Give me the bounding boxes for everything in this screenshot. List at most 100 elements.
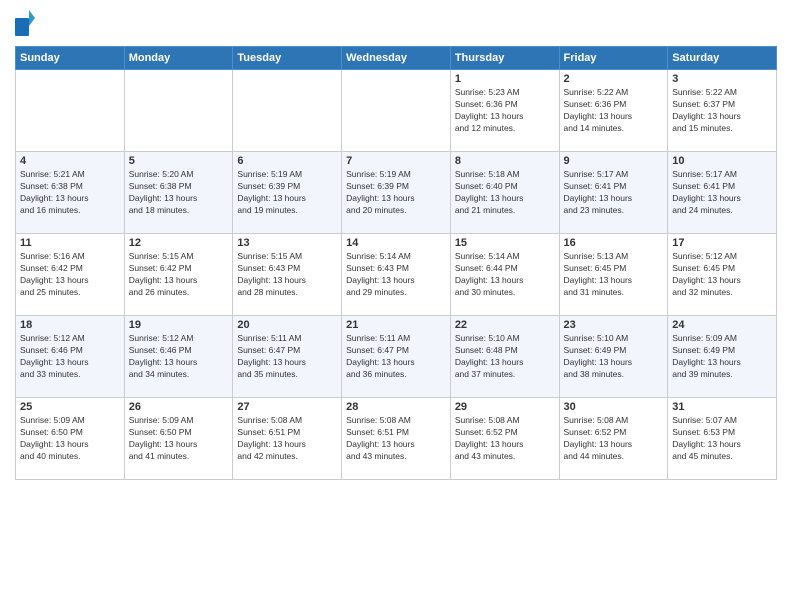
calendar-cell: 4Sunrise: 5:21 AM Sunset: 6:38 PM Daylig… — [16, 152, 125, 234]
day-info: Sunrise: 5:07 AM Sunset: 6:53 PM Dayligh… — [672, 415, 772, 463]
day-info: Sunrise: 5:12 AM Sunset: 6:46 PM Dayligh… — [129, 333, 229, 381]
calendar-header-friday: Friday — [559, 47, 668, 70]
day-info: Sunrise: 5:20 AM Sunset: 6:38 PM Dayligh… — [129, 169, 229, 217]
day-number: 21 — [346, 319, 446, 331]
calendar-week-1: 1Sunrise: 5:23 AM Sunset: 6:36 PM Daylig… — [16, 70, 777, 152]
day-number: 16 — [564, 237, 664, 249]
calendar-cell: 21 Sunrise: 5:11 AM Sunset: 6:47 PM Dayli… — [342, 316, 451, 398]
calendar-header-row: SundayMondayTuesdayWednesdayThursdayFrid… — [16, 47, 777, 70]
calendar-cell: 17 Sunrise: 5:12 AM Sunset: 6:45 PM Dayli… — [668, 234, 777, 316]
day-number: 24 — [672, 319, 772, 331]
calendar-cell: 1Sunrise: 5:23 AM Sunset: 6:36 PM Daylig… — [450, 70, 559, 152]
calendar-cell: 7Sunrise: 5:19 AM Sunset: 6:39 PM Daylig… — [342, 152, 451, 234]
day-info: Sunrise: 5:08 AM Sunset: 6:52 PM Dayligh… — [455, 415, 555, 463]
calendar-cell: 29 Sunrise: 5:08 AM Sunset: 6:52 PM Dayli… — [450, 398, 559, 480]
day-number: 28 — [346, 401, 446, 413]
calendar-week-4: 18Sunrise: 5:12 AM Sunset: 6:46 PM Dayli… — [16, 316, 777, 398]
day-info: Sunrise: 5:13 AM Sunset: 6:45 PM Dayligh… — [564, 251, 664, 299]
calendar-cell: 6 Sunrise: 5:19 AM Sunset: 6:39 PM Daylig… — [233, 152, 342, 234]
day-info: Sunrise: 5:08 AM Sunset: 6:51 PM Dayligh… — [346, 415, 446, 463]
calendar-cell: 14 Sunrise: 5:14 AM Sunset: 6:43 PM Dayli… — [342, 234, 451, 316]
day-info: Sunrise: 5:18 AM Sunset: 6:40 PM Dayligh… — [455, 169, 555, 217]
day-number: 22 — [455, 319, 555, 331]
day-info: Sunrise: 5:11 AM Sunset: 6:47 PM Dayligh… — [346, 333, 446, 381]
calendar-page: SundayMondayTuesdayWednesdayThursdayFrid… — [0, 0, 792, 612]
day-number: 5 — [129, 155, 229, 167]
calendar-header-sunday: Sunday — [16, 47, 125, 70]
calendar-cell: 10 Sunrise: 5:17 AM Sunset: 6:41 PM Dayli… — [668, 152, 777, 234]
day-info: Sunrise: 5:12 AM Sunset: 6:46 PM Dayligh… — [20, 333, 120, 381]
day-info: Sunrise: 5:08 AM Sunset: 6:52 PM Dayligh… — [564, 415, 664, 463]
calendar-cell — [124, 70, 233, 152]
day-number: 27 — [237, 401, 337, 413]
day-info: Sunrise: 5:19 AM Sunset: 6:39 PM Dayligh… — [237, 169, 337, 217]
logo-icon — [15, 10, 35, 38]
calendar-table: SundayMondayTuesdayWednesdayThursdayFrid… — [15, 46, 777, 480]
day-number: 15 — [455, 237, 555, 249]
day-number: 10 — [672, 155, 772, 167]
calendar-cell: 5 Sunrise: 5:20 AM Sunset: 6:38 PM Daylig… — [124, 152, 233, 234]
calendar-cell — [342, 70, 451, 152]
calendar-week-5: 25 Sunrise: 5:09 AM Sunset: 6:50 PM Dayli… — [16, 398, 777, 480]
calendar-cell: 18Sunrise: 5:12 AM Sunset: 6:46 PM Dayli… — [16, 316, 125, 398]
day-info: Sunrise: 5:22 AM Sunset: 6:36 PM Dayligh… — [564, 87, 664, 135]
day-number: 30 — [564, 401, 664, 413]
day-info: Sunrise: 5:10 AM Sunset: 6:49 PM Dayligh… — [564, 333, 664, 381]
day-number: 9 — [564, 155, 664, 167]
header — [15, 10, 777, 38]
day-info: Sunrise: 5:15 AM Sunset: 6:43 PM Dayligh… — [237, 251, 337, 299]
day-number: 19 — [129, 319, 229, 331]
calendar-week-2: 4Sunrise: 5:21 AM Sunset: 6:38 PM Daylig… — [16, 152, 777, 234]
calendar-cell: 30 Sunrise: 5:08 AM Sunset: 6:52 PM Dayli… — [559, 398, 668, 480]
calendar-week-3: 11 Sunrise: 5:16 AM Sunset: 6:42 PM Dayli… — [16, 234, 777, 316]
day-number: 6 — [237, 155, 337, 167]
day-number: 12 — [129, 237, 229, 249]
day-number: 13 — [237, 237, 337, 249]
day-number: 17 — [672, 237, 772, 249]
calendar-cell: 25 Sunrise: 5:09 AM Sunset: 6:50 PM Dayli… — [16, 398, 125, 480]
calendar-cell: 8 Sunrise: 5:18 AM Sunset: 6:40 PM Daylig… — [450, 152, 559, 234]
day-info: Sunrise: 5:15 AM Sunset: 6:42 PM Dayligh… — [129, 251, 229, 299]
calendar-cell: 11 Sunrise: 5:16 AM Sunset: 6:42 PM Dayli… — [16, 234, 125, 316]
day-info: Sunrise: 5:08 AM Sunset: 6:51 PM Dayligh… — [237, 415, 337, 463]
calendar-cell: 20 Sunrise: 5:11 AM Sunset: 6:47 PM Dayli… — [233, 316, 342, 398]
calendar-cell: 16 Sunrise: 5:13 AM Sunset: 6:45 PM Dayli… — [559, 234, 668, 316]
calendar-cell: 2Sunrise: 5:22 AM Sunset: 6:36 PM Daylig… — [559, 70, 668, 152]
calendar-cell: 26Sunrise: 5:09 AM Sunset: 6:50 PM Dayli… — [124, 398, 233, 480]
calendar-cell: 28 Sunrise: 5:08 AM Sunset: 6:51 PM Dayli… — [342, 398, 451, 480]
day-info: Sunrise: 5:17 AM Sunset: 6:41 PM Dayligh… — [564, 169, 664, 217]
calendar-cell: 22 Sunrise: 5:10 AM Sunset: 6:48 PM Dayli… — [450, 316, 559, 398]
calendar-cell: 23Sunrise: 5:10 AM Sunset: 6:49 PM Dayli… — [559, 316, 668, 398]
day-info: Sunrise: 5:14 AM Sunset: 6:43 PM Dayligh… — [346, 251, 446, 299]
day-number: 4 — [20, 155, 120, 167]
calendar-header-saturday: Saturday — [668, 47, 777, 70]
day-number: 8 — [455, 155, 555, 167]
day-info: Sunrise: 5:17 AM Sunset: 6:41 PM Dayligh… — [672, 169, 772, 217]
calendar-header-thursday: Thursday — [450, 47, 559, 70]
day-number: 11 — [20, 237, 120, 249]
calendar-header-monday: Monday — [124, 47, 233, 70]
day-info: Sunrise: 5:09 AM Sunset: 6:50 PM Dayligh… — [20, 415, 120, 463]
day-info: Sunrise: 5:22 AM Sunset: 6:37 PM Dayligh… — [672, 87, 772, 135]
calendar-cell: 12 Sunrise: 5:15 AM Sunset: 6:42 PM Dayli… — [124, 234, 233, 316]
calendar-cell: 3 Sunrise: 5:22 AM Sunset: 6:37 PM Daylig… — [668, 70, 777, 152]
day-number: 26 — [129, 401, 229, 413]
day-number: 25 — [20, 401, 120, 413]
day-info: Sunrise: 5:14 AM Sunset: 6:44 PM Dayligh… — [455, 251, 555, 299]
day-number: 29 — [455, 401, 555, 413]
day-info: Sunrise: 5:23 AM Sunset: 6:36 PM Dayligh… — [455, 87, 555, 135]
calendar-cell: 9 Sunrise: 5:17 AM Sunset: 6:41 PM Daylig… — [559, 152, 668, 234]
calendar-cell — [16, 70, 125, 152]
calendar-header-tuesday: Tuesday — [233, 47, 342, 70]
day-number: 20 — [237, 319, 337, 331]
calendar-cell — [233, 70, 342, 152]
day-info: Sunrise: 5:09 AM Sunset: 6:49 PM Dayligh… — [672, 333, 772, 381]
calendar-cell: 13 Sunrise: 5:15 AM Sunset: 6:43 PM Dayli… — [233, 234, 342, 316]
day-info: Sunrise: 5:10 AM Sunset: 6:48 PM Dayligh… — [455, 333, 555, 381]
day-info: Sunrise: 5:16 AM Sunset: 6:42 PM Dayligh… — [20, 251, 120, 299]
day-info: Sunrise: 5:11 AM Sunset: 6:47 PM Dayligh… — [237, 333, 337, 381]
day-info: Sunrise: 5:12 AM Sunset: 6:45 PM Dayligh… — [672, 251, 772, 299]
day-number: 31 — [672, 401, 772, 413]
day-number: 3 — [672, 73, 772, 85]
day-number: 14 — [346, 237, 446, 249]
